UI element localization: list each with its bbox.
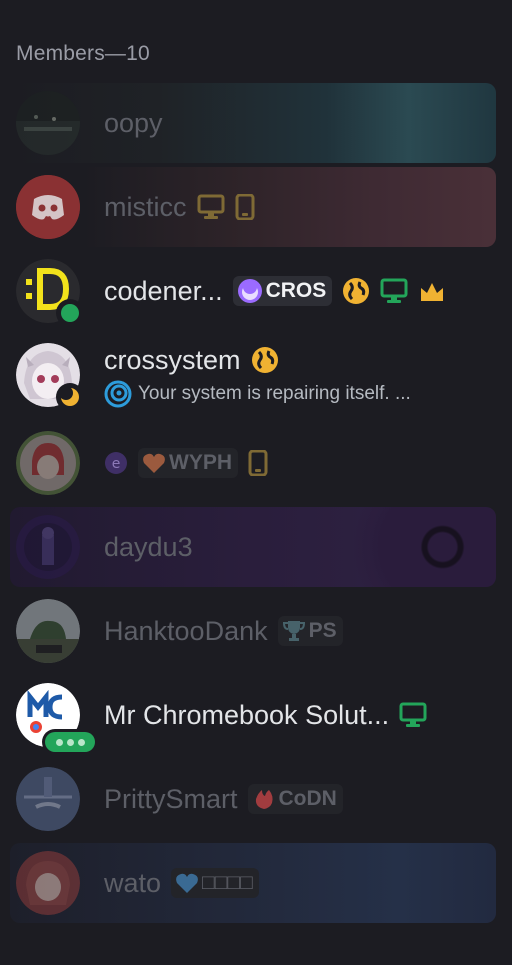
guild-tag[interactable]: CoDN bbox=[247, 784, 343, 814]
avatar bbox=[16, 343, 84, 411]
desktop-icon bbox=[399, 702, 427, 728]
member-name: wato bbox=[104, 867, 162, 898]
member-row-crossystem[interactable]: crossystem Your system is repairing itse… bbox=[10, 335, 496, 415]
avatar bbox=[16, 599, 80, 663]
crown-icon bbox=[418, 280, 446, 302]
idle-status-icon bbox=[56, 383, 84, 411]
desktop-icon bbox=[197, 194, 225, 220]
member-name: Mr Chromebook Solut... bbox=[104, 699, 390, 730]
guild-tag-label: PS bbox=[308, 619, 337, 642]
guild-tag[interactable]: WYPH bbox=[138, 448, 238, 478]
globe-icon bbox=[342, 277, 370, 305]
member-row-mr-chromebook[interactable]: Mr Chromebook Solut... bbox=[10, 675, 496, 755]
avatar bbox=[16, 683, 98, 755]
member-name: HanktooDank bbox=[104, 615, 268, 646]
heart-icon bbox=[142, 452, 166, 474]
member-name: PrittySmart bbox=[104, 783, 238, 814]
guild-tag-label: □□□□ bbox=[202, 871, 253, 894]
avatar bbox=[16, 91, 80, 155]
mobile-icon bbox=[235, 194, 255, 220]
globe-icon bbox=[251, 346, 279, 374]
avatar bbox=[16, 259, 84, 327]
member-name: crossystem bbox=[104, 344, 241, 375]
moon-badge-icon: e bbox=[104, 451, 128, 475]
moon-badge-icon bbox=[237, 278, 263, 304]
online-status-icon bbox=[56, 299, 84, 327]
member-name: daydu3 bbox=[104, 531, 193, 562]
guild-tag-label: CROS bbox=[265, 279, 327, 302]
member-name: codener... bbox=[104, 275, 223, 306]
member-row-oopy[interactable]: oopy bbox=[10, 83, 496, 163]
guild-tag[interactable]: PS bbox=[277, 616, 343, 646]
member-row-prittysmart[interactable]: PrittySmart CoDN bbox=[10, 759, 496, 839]
member-name: oopy bbox=[104, 107, 163, 138]
desktop-icon bbox=[380, 278, 408, 304]
member-row-misticc[interactable]: misticc bbox=[10, 167, 496, 247]
avatar bbox=[16, 431, 80, 495]
mobile-icon bbox=[248, 450, 268, 476]
guild-tag[interactable]: □□□□ bbox=[171, 868, 259, 898]
member-row-codener[interactable]: codener... CROS bbox=[10, 251, 496, 331]
member-row-wyph[interactable]: e WYPH bbox=[10, 423, 496, 503]
avatar bbox=[16, 851, 80, 915]
member-row-daydu3[interactable]: daydu3 bbox=[10, 507, 496, 587]
avatar bbox=[16, 515, 80, 579]
member-name: misticc bbox=[104, 191, 187, 222]
avatar bbox=[16, 175, 80, 239]
member-row-hanktoodank[interactable]: HanktooDank PS bbox=[10, 591, 496, 671]
member-row-wato[interactable]: wato □□□□ bbox=[10, 843, 496, 923]
spiral-activity-icon bbox=[104, 380, 132, 408]
svg-text:e: e bbox=[112, 456, 121, 472]
trophy-icon bbox=[282, 619, 306, 643]
mobile-online-status-icon bbox=[42, 729, 98, 755]
activity-text: Your system is repairing itself. ... bbox=[138, 383, 411, 404]
profile-banner bbox=[10, 83, 496, 163]
heart-icon bbox=[175, 872, 199, 894]
flame-icon bbox=[252, 787, 276, 811]
members-header: Members—10 bbox=[16, 42, 150, 65]
guild-tag[interactable]: CROS bbox=[232, 276, 333, 306]
guild-tag-label: CoDN bbox=[278, 787, 337, 810]
guild-tag-label: WYPH bbox=[169, 451, 232, 474]
avatar bbox=[16, 767, 80, 831]
profile-banner bbox=[10, 507, 496, 587]
